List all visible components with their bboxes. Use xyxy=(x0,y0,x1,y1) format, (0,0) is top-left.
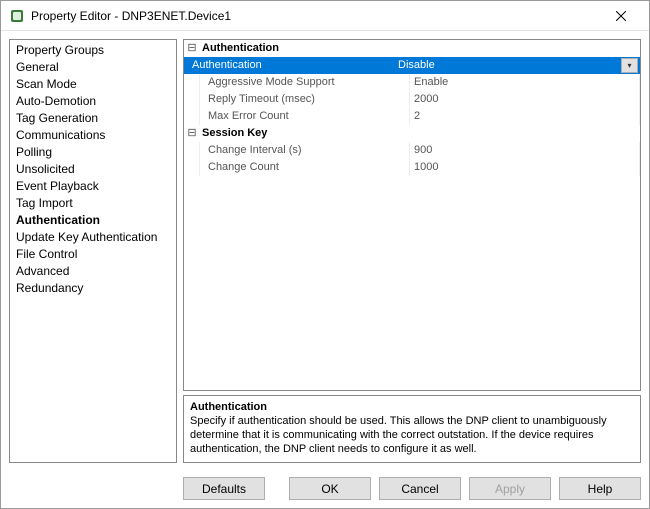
sidebar-item-communications[interactable]: Communications xyxy=(10,127,176,144)
sidebar-item-auto-demotion[interactable]: Auto-Demotion xyxy=(10,93,176,110)
sidebar-item-general[interactable]: General xyxy=(10,59,176,76)
collapse-toggle-icon[interactable]: ⊟ xyxy=(184,125,200,142)
defaults-button[interactable]: Defaults xyxy=(183,477,265,500)
sidebar-item-polling[interactable]: Polling xyxy=(10,144,176,161)
sidebar: Property Groups GeneralScan ModeAuto-Dem… xyxy=(9,39,177,463)
description-body: Specify if authentication should be used… xyxy=(190,414,634,456)
property-label: Change Interval (s) xyxy=(200,142,410,159)
sidebar-item-file-control[interactable]: File Control xyxy=(10,246,176,263)
app-icon xyxy=(9,8,25,24)
property-section: ⊟Session Key xyxy=(184,125,640,142)
property-row[interactable]: Aggressive Mode SupportEnable xyxy=(184,74,640,91)
titlebar: Property Editor - DNP3ENET.Device1 xyxy=(1,1,649,31)
chevron-down-icon: ▾ xyxy=(627,57,631,74)
property-row[interactable]: Reply Timeout (msec)2000 xyxy=(184,91,640,108)
sidebar-item-tag-import[interactable]: Tag Import xyxy=(10,195,176,212)
apply-button[interactable]: Apply xyxy=(469,477,551,500)
sidebar-item-advanced[interactable]: Advanced xyxy=(10,263,176,280)
button-row: Defaults OK Cancel Apply Help xyxy=(1,471,649,508)
window-title: Property Editor - DNP3ENET.Device1 xyxy=(31,9,601,23)
ok-button[interactable]: OK xyxy=(289,477,371,500)
property-section-title: Session Key xyxy=(200,125,640,142)
description-title: Authentication xyxy=(190,400,634,414)
sidebar-item-event-playback[interactable]: Event Playback xyxy=(10,178,176,195)
property-value[interactable]: Enable xyxy=(410,74,640,91)
main-panel: ⊟AuthenticationAuthenticationDisable▾Agg… xyxy=(183,39,641,463)
property-label: Authentication xyxy=(184,57,394,74)
property-row[interactable]: Change Count1000 xyxy=(184,159,640,176)
collapse-toggle-icon[interactable]: ⊟ xyxy=(184,40,200,57)
close-button[interactable] xyxy=(601,2,641,30)
sidebar-item-authentication[interactable]: Authentication xyxy=(10,212,176,229)
sidebar-item-update-key-authentication[interactable]: Update Key Authentication xyxy=(10,229,176,246)
help-button[interactable]: Help xyxy=(559,477,641,500)
sidebar-header: Property Groups xyxy=(10,42,176,59)
dialog-body: Property Groups GeneralScan ModeAuto-Dem… xyxy=(1,31,649,471)
property-value[interactable]: 1000 xyxy=(410,159,640,176)
description-box: Authentication Specify if authentication… xyxy=(183,395,641,463)
property-value[interactable]: 900 xyxy=(410,142,640,159)
sidebar-item-scan-mode[interactable]: Scan Mode xyxy=(10,76,176,93)
property-label: Aggressive Mode Support xyxy=(200,74,410,91)
sidebar-item-unsolicited[interactable]: Unsolicited xyxy=(10,161,176,178)
property-label: Reply Timeout (msec) xyxy=(200,91,410,108)
sidebar-item-tag-generation[interactable]: Tag Generation xyxy=(10,110,176,127)
cancel-button[interactable]: Cancel xyxy=(379,477,461,500)
property-label: Max Error Count xyxy=(200,108,410,125)
property-row[interactable]: AuthenticationDisable▾ xyxy=(184,57,640,74)
property-section-title: Authentication xyxy=(200,40,640,57)
close-icon xyxy=(616,11,626,21)
property-row[interactable]: Change Interval (s)900 xyxy=(184,142,640,159)
property-value[interactable]: Disable▾ xyxy=(394,57,640,74)
property-label: Change Count xyxy=(200,159,410,176)
property-value[interactable]: 2000 xyxy=(410,91,640,108)
property-grid: ⊟AuthenticationAuthenticationDisable▾Agg… xyxy=(183,39,641,391)
window: Property Editor - DNP3ENET.Device1 Prope… xyxy=(0,0,650,509)
sidebar-item-redundancy[interactable]: Redundancy xyxy=(10,280,176,297)
property-row[interactable]: Max Error Count2 xyxy=(184,108,640,125)
property-value[interactable]: 2 xyxy=(410,108,640,125)
dropdown-button[interactable]: ▾ xyxy=(621,58,638,73)
property-section: ⊟Authentication xyxy=(184,40,640,57)
